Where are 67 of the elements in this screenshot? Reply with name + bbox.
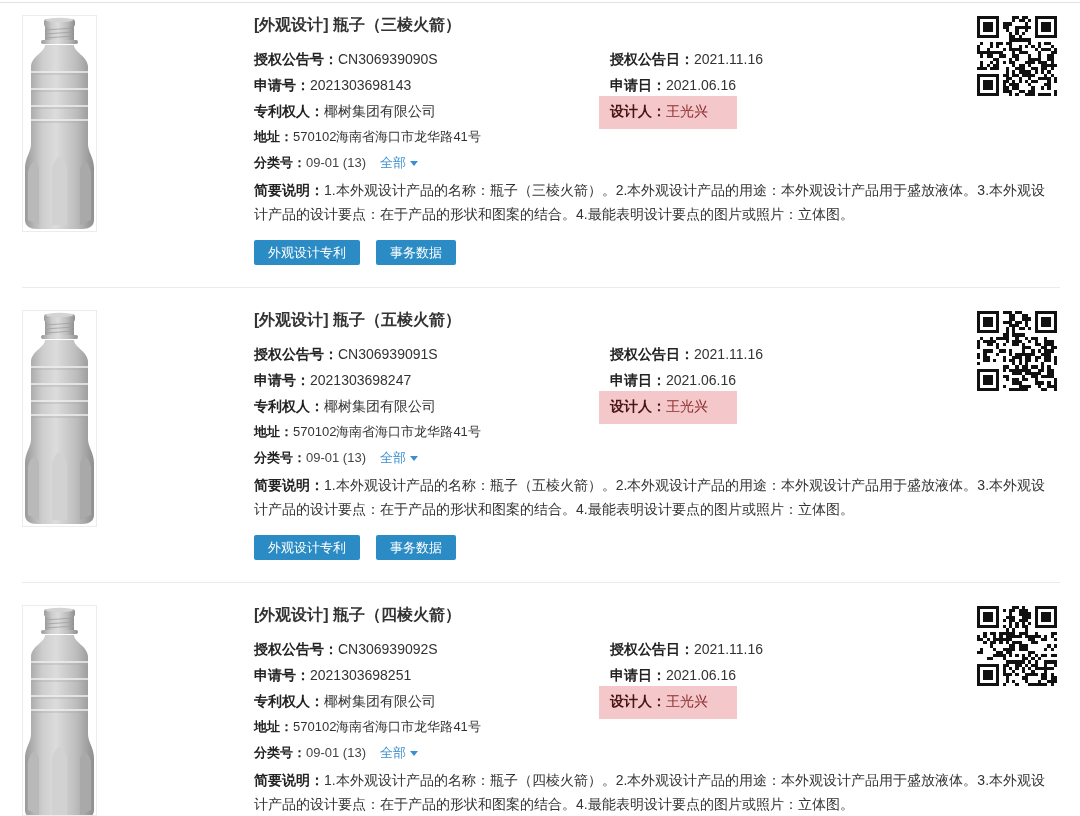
caret-icon <box>410 160 418 166</box>
field-value: 王光兴 <box>666 103 708 119</box>
field-label: 申请日： <box>610 667 666 683</box>
field-value: 09-01 (13) <box>306 449 366 467</box>
summary-text: 简要说明：1.本外观设计产品的名称：瓶子（三棱火箭）。2.本外观设计产品的用途：本外观设计产品用于盛放液体。3.本外观设计产品的设计要点：在于产品的形状和图案的结合。4.最能表明设计要点的图片或照片：立体图。 <box>254 181 1047 224</box>
field-value: 2021.11.16 <box>694 641 764 657</box>
transaction-data-button[interactable]: 事务数据 <box>376 240 456 265</box>
field-value: 王光兴 <box>666 398 708 414</box>
field-label: 专利权人： <box>254 103 324 119</box>
field-label: 授权公告号： <box>254 51 338 67</box>
field-value: 2021.06.16 <box>666 77 737 93</box>
field-value: 2021303698251 <box>310 667 412 683</box>
summary-text: 简要说明：1.本外观设计产品的名称：瓶子（四棱火箭）。2.本外观设计产品的用途：本外观设计产品用于盛放液体。3.本外观设计产品的设计要点：在于产品的形状和图案的结合。4.最能表明设计要点的图片或照片：立体图。 <box>254 771 1047 814</box>
field-value: 2021.11.16 <box>694 346 764 362</box>
field-label: 地址： <box>254 718 293 736</box>
field-label: 专利权人： <box>254 693 324 709</box>
field-value: 570102海南省海口市龙华路41号 <box>293 423 481 441</box>
design-patent-button[interactable]: 外观设计专利 <box>254 535 360 560</box>
field-value: 2021303698247 <box>310 372 412 388</box>
field-label: 申请号： <box>254 77 310 93</box>
design-patent-button[interactable]: 外观设计专利 <box>254 240 360 265</box>
patent-title: [外观设计] 瓶子（四棱火箭） <box>254 605 463 625</box>
field-value: 2021303698143 <box>310 77 412 93</box>
field-label: 分类号： <box>254 154 306 172</box>
field-label: 申请日： <box>610 77 666 93</box>
field-value: 椰树集团有限公司 <box>324 693 436 709</box>
summary-text: 简要说明：1.本外观设计产品的名称：瓶子（五棱火箭）。2.本外观设计产品的用途：本外观设计产品用于盛放液体。3.本外观设计产品的设计要点：在于产品的形状和图案的结合。4.最能表明设计要点的图片或照片：立体图。 <box>254 476 1047 519</box>
field-label: 分类号： <box>254 744 306 762</box>
field-value: 570102海南省海口市龙华路41号 <box>293 128 481 146</box>
qr-code-icon <box>977 606 1057 686</box>
field-label: 地址： <box>254 128 293 146</box>
qr-code-icon <box>977 311 1057 391</box>
patent-title: [外观设计] 瓶子（三棱火箭） <box>254 15 463 35</box>
field-label: 申请号： <box>254 667 310 683</box>
caret-icon <box>410 455 418 461</box>
field-label: 申请日： <box>610 372 666 388</box>
field-value: 2021.06.16 <box>666 372 737 388</box>
show-all-link[interactable]: 全部 <box>380 740 418 766</box>
field-label: 地址： <box>254 423 293 441</box>
field-value: 椰树集团有限公司 <box>324 398 436 414</box>
field-value: 570102海南省海口市龙华路41号 <box>293 718 481 736</box>
field-label: 设计人： <box>610 693 666 709</box>
field-value: 王光兴 <box>666 693 708 709</box>
field-label: 授权公告日： <box>610 641 694 657</box>
field-label: 设计人： <box>610 398 666 414</box>
field-label: 分类号： <box>254 449 306 467</box>
field-label: 授权公告日： <box>610 51 694 67</box>
field-value: 椰树集团有限公司 <box>324 103 436 119</box>
field-value: CN306939092S <box>338 641 438 657</box>
transaction-data-button[interactable]: 事务数据 <box>376 535 456 560</box>
caret-icon <box>410 750 418 756</box>
show-all-link[interactable]: 全部 <box>380 150 418 176</box>
field-value: CN306939091S <box>338 346 438 362</box>
show-all-link[interactable]: 全部 <box>380 445 418 471</box>
field-label: 授权公告号： <box>254 641 338 657</box>
field-label: 授权公告日： <box>610 346 694 362</box>
field-label: 专利权人： <box>254 398 324 414</box>
field-value: 2021.11.16 <box>694 51 764 67</box>
field-label: 设计人： <box>610 103 666 119</box>
field-label: 申请号： <box>254 372 310 388</box>
field-value: 09-01 (13) <box>306 744 366 762</box>
field-value: 09-01 (13) <box>306 154 366 172</box>
field-value: CN306939090S <box>338 51 438 67</box>
qr-code-icon <box>977 16 1057 96</box>
field-label: 授权公告号： <box>254 346 338 362</box>
patent-title: [外观设计] 瓶子（五棱火箭） <box>254 310 463 330</box>
field-value: 2021.06.16 <box>666 667 737 683</box>
